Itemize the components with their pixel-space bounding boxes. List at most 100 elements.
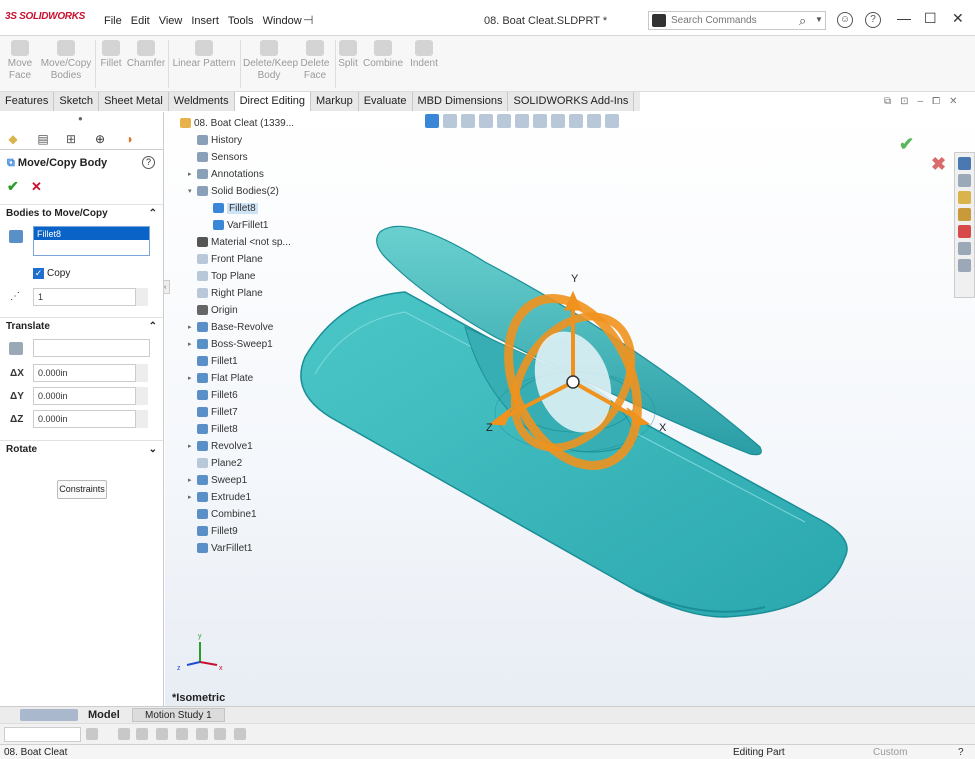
status-units[interactable]: Custom: [873, 747, 907, 758]
hide-show-icon[interactable]: [551, 114, 565, 128]
zoom-area-icon[interactable]: [443, 114, 457, 128]
search-commands[interactable]: ⌕ ▼: [648, 11, 826, 30]
zoom-to-fit-icon[interactable]: [425, 114, 439, 128]
tree-item-right-plane[interactable]: Right Plane: [197, 285, 263, 301]
tree-item-fillet8-body[interactable]: Fillet8: [213, 200, 258, 216]
apply-scene-icon[interactable]: [587, 114, 601, 128]
tree-item-front-plane[interactable]: Front Plane: [197, 251, 263, 267]
display-style-icon[interactable]: [533, 114, 547, 128]
close-button[interactable]: ✕: [952, 10, 964, 27]
selected-body-item[interactable]: Fillet8: [34, 227, 149, 240]
constraints-button[interactable]: Constraints: [57, 480, 107, 499]
view-orientation-icon[interactable]: [515, 114, 529, 128]
folder-icon[interactable]: [958, 191, 971, 204]
translate-reference-field[interactable]: [33, 339, 150, 357]
tab-mbd-dimensions[interactable]: MBD Dimensions: [412, 92, 509, 111]
select-icon[interactable]: [196, 728, 208, 740]
previous-view-icon[interactable]: [461, 114, 475, 128]
stroke-icon[interactable]: [234, 728, 246, 740]
tree-item-history[interactable]: History: [197, 132, 242, 148]
confirm-ok-icon[interactable]: ✔: [899, 134, 914, 155]
tree-item-base-revolve[interactable]: ▸ Base-Revolve: [188, 319, 273, 335]
eraser-icon[interactable]: [136, 728, 148, 740]
tree-item-extrude1[interactable]: ▸ Extrude1: [188, 489, 251, 505]
close-icon[interactable]: ✕: [949, 96, 957, 107]
minimize-button[interactable]: —: [897, 10, 911, 26]
tree-root[interactable]: 08. Boat Cleat (1339...: [180, 115, 294, 131]
tab-markup[interactable]: Markup: [311, 92, 359, 111]
maximize-button[interactable]: ☐: [924, 10, 937, 27]
home-icon[interactable]: [958, 157, 971, 170]
tree-item-fillet1[interactable]: Fillet1: [197, 353, 238, 369]
help-icon[interactable]: ?: [865, 12, 881, 28]
property-manager-tab[interactable]: ▤: [34, 132, 52, 147]
view-settings-icon[interactable]: [605, 114, 619, 128]
tab-motion-study[interactable]: Motion Study 1: [132, 708, 225, 722]
chevron-down-icon[interactable]: ▼: [815, 15, 823, 24]
search-icon[interactable]: ⌕: [799, 13, 806, 29]
shapes-icon[interactable]: [156, 728, 168, 740]
section-view-icon[interactable]: [479, 114, 493, 128]
configuration-manager-tab[interactable]: ⊞: [62, 132, 80, 147]
move-face-button[interactable]: Move Face: [4, 40, 36, 82]
delete-face-button[interactable]: Delete Face: [298, 40, 332, 82]
dx-spinner[interactable]: [136, 364, 148, 382]
search-input[interactable]: [671, 14, 791, 27]
tab-solidworks-add-ins[interactable]: SOLIDWORKS Add-Ins: [508, 92, 635, 111]
tree-item-boss-sweep1[interactable]: ▸ Boss-Sweep1: [188, 336, 273, 352]
tree-item-varfillet1[interactable]: VarFillet1: [197, 540, 253, 556]
tree-item-fillet8[interactable]: Fillet8: [197, 421, 238, 437]
tab-navigation-arrows[interactable]: [20, 709, 78, 721]
rotate-section-header[interactable]: Rotate ⌄: [0, 440, 163, 458]
tree-item-fillet9[interactable]: Fillet9: [197, 523, 238, 539]
tree-item-sweep1[interactable]: ▸ Sweep1: [188, 472, 247, 488]
feature-manager-tab[interactable]: ◆: [4, 132, 22, 147]
help-icon[interactable]: ?: [142, 156, 155, 169]
forum-icon[interactable]: [958, 259, 971, 272]
tree-item-fillet6[interactable]: Fillet6: [197, 387, 238, 403]
tree-item-combine1[interactable]: Combine1: [197, 506, 257, 522]
split-button[interactable]: Split: [337, 40, 359, 70]
tab-direct-editing[interactable]: Direct Editing: [234, 92, 312, 111]
fillet-button[interactable]: Fillet: [99, 40, 123, 70]
copy-count-spinner[interactable]: [136, 288, 148, 306]
restore-icon[interactable]: ⊡: [900, 96, 908, 107]
dy-spinner[interactable]: [136, 387, 148, 405]
menu-tools[interactable]: Tools: [228, 15, 254, 27]
design-library-icon[interactable]: [958, 208, 971, 221]
tree-item-sensors[interactable]: Sensors: [197, 149, 248, 165]
menu-file[interactable]: File: [104, 15, 122, 27]
tab-sketch[interactable]: Sketch: [54, 92, 100, 111]
chamfer-button[interactable]: Chamfer: [126, 40, 166, 70]
dz-spinner[interactable]: [136, 410, 148, 428]
tree-item-flat-plate[interactable]: ▸ Flat Plate: [188, 370, 253, 386]
indent-button[interactable]: Indent: [407, 40, 441, 70]
layer-dropdown[interactable]: [4, 727, 81, 742]
pen-icon[interactable]: [86, 728, 98, 740]
dx-field[interactable]: 0.000in: [33, 364, 136, 382]
user-icon[interactable]: ☺: [837, 12, 853, 28]
delete-keep-body-button[interactable]: Delete/Keep Body: [243, 40, 298, 82]
tree-item-annotations[interactable]: ▸ Annotations: [188, 166, 264, 182]
maximize-icon[interactable]: ⧠: [932, 96, 940, 107]
tree-item-fillet7[interactable]: Fillet7: [197, 404, 238, 420]
minimize-icon[interactable]: –: [918, 96, 924, 107]
dimxpert-tab[interactable]: ⊕: [91, 132, 109, 147]
move-copy-bodies-button[interactable]: Move/Copy Bodies: [40, 40, 92, 82]
translate-section-header[interactable]: Translate ⌃: [0, 317, 163, 335]
menu-view[interactable]: View: [159, 15, 183, 27]
combine-button[interactable]: Combine: [362, 40, 404, 70]
menu-window[interactable]: Window: [263, 15, 302, 27]
tab-weldments[interactable]: Weldments: [168, 92, 235, 111]
appearances-icon[interactable]: [958, 225, 971, 238]
tree-item-material[interactable]: Material <not sp...: [197, 234, 291, 250]
cancel-button[interactable]: ✕: [31, 179, 42, 195]
color-icon[interactable]: [214, 728, 226, 740]
tree-item-top-plane[interactable]: Top Plane: [197, 268, 255, 284]
dz-field[interactable]: 0.000in: [33, 410, 136, 428]
dynamic-annotation-icon[interactable]: [497, 114, 511, 128]
tile-icon[interactable]: ⧉: [884, 96, 891, 107]
tree-item-plane2[interactable]: Plane2: [197, 455, 242, 471]
display-manager-tab[interactable]: ◑: [120, 132, 138, 147]
resources-icon[interactable]: [958, 174, 971, 187]
